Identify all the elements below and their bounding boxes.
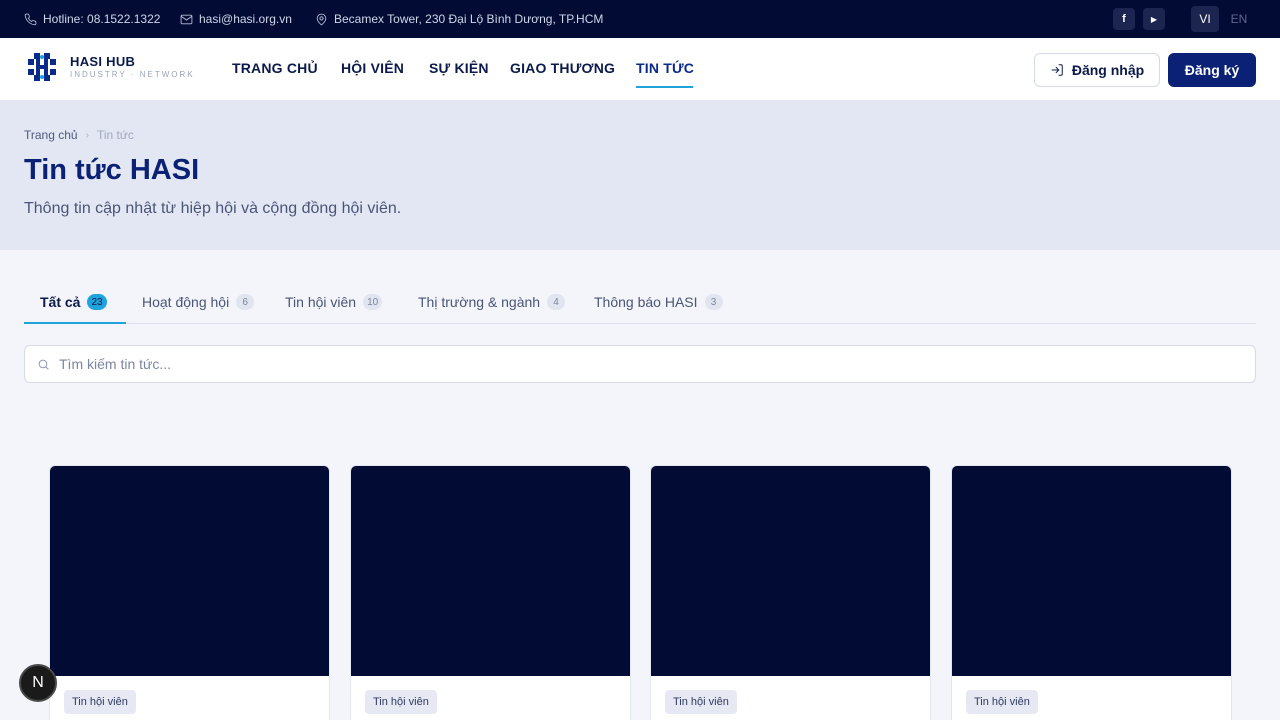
- news-search: [24, 345, 1256, 383]
- news-card[interactable]: Tin hội viên: [350, 465, 631, 720]
- main-header: HASI HUB INDUSTRY · NETWORK TRANG CHỦ HỘ…: [0, 38, 1280, 101]
- nav-home[interactable]: TRANG CHỦ: [232, 60, 318, 76]
- tab-count-badge: 10: [363, 294, 383, 310]
- email-text: hasi@hasi.org.vn: [199, 12, 292, 26]
- tab-active-indicator: [24, 322, 126, 324]
- map-pin-icon: [316, 13, 327, 25]
- email[interactable]: hasi@hasi.org.vn: [180, 0, 292, 38]
- search-icon: [38, 359, 49, 370]
- hotline[interactable]: Hotline: 08.1522.1322: [24, 0, 160, 38]
- tab-count-badge: 4: [547, 294, 566, 310]
- page-hero: Trang chủ › Tin tức Tin tức HASI Thông t…: [0, 101, 1280, 250]
- register-button[interactable]: Đăng ký: [1168, 53, 1256, 87]
- phone-icon: [24, 13, 37, 25]
- page-subtitle: Thông tin cập nhật từ hiệp hội và cộng đ…: [24, 200, 402, 217]
- hotline-text: Hotline: 08.1522.1322: [43, 12, 161, 26]
- news-card-image[interactable]: [952, 466, 1231, 676]
- nav-events[interactable]: SỰ KIỆN: [429, 60, 489, 76]
- search-input[interactable]: [59, 346, 1239, 382]
- category-tabs: Tất cả 23 Hoạt động hội 6 Tin hội viên 1…: [24, 281, 1256, 324]
- facebook-icon[interactable]: f: [1113, 8, 1135, 30]
- address: Becamex Tower, 230 Đại Lộ Bình Dương, TP…: [315, 0, 603, 38]
- top-info-bar: Hotline: 08.1522.1322 hasi@hasi.org.vn B…: [0, 0, 1280, 38]
- news-card[interactable]: Tin hội viên: [951, 465, 1232, 720]
- address-text: Becamex Tower, 230 Đại Lộ Bình Dương, TP…: [334, 12, 604, 26]
- tab-label: Tin hội viên: [285, 294, 357, 310]
- hasi-logo-icon[interactable]: [26, 51, 58, 83]
- news-card-image[interactable]: [351, 466, 630, 676]
- news-card-tag: Tin hội viên: [966, 690, 1038, 714]
- lang-en[interactable]: EN: [1225, 6, 1253, 32]
- tab-member-news[interactable]: Tin hội viên 10: [285, 281, 383, 323]
- brand-tagline: INDUSTRY · NETWORK: [70, 70, 195, 79]
- tab-association-activities[interactable]: Hoạt động hội 6: [142, 281, 255, 323]
- login-button[interactable]: Đăng nhập: [1034, 53, 1160, 87]
- tab-label: Thị trường & ngành: [418, 294, 541, 310]
- tab-label: Thông báo HASI: [594, 294, 698, 310]
- tab-count-badge: 3: [704, 294, 723, 310]
- nav-active-indicator: [636, 86, 693, 88]
- tab-market-industry[interactable]: Thị trường & ngành 4: [418, 281, 566, 323]
- mail-icon: [180, 14, 193, 24]
- tab-count-badge: 6: [236, 294, 255, 310]
- login-icon: [1051, 64, 1063, 76]
- login-label: Đăng nhập: [1071, 62, 1145, 78]
- news-card[interactable]: Tin hội viên: [650, 465, 931, 720]
- news-card-image[interactable]: [50, 466, 329, 676]
- news-card-image[interactable]: [651, 466, 930, 676]
- brand-name[interactable]: HASI HUB: [70, 54, 135, 69]
- chevron-right-icon: ›: [85, 129, 89, 141]
- lang-vi[interactable]: VI: [1191, 6, 1219, 32]
- news-card[interactable]: Tin hội viên: [49, 465, 330, 720]
- tab-hasi-announcements[interactable]: Thông báo HASI 3: [594, 281, 723, 323]
- tab-label: Tất cả: [40, 294, 81, 310]
- nav-trade[interactable]: GIAO THƯƠNG: [510, 60, 615, 76]
- nav-news[interactable]: TIN TỨC: [636, 60, 694, 76]
- breadcrumb-current: Tin tức: [96, 128, 134, 142]
- news-card-tag: Tin hội viên: [665, 690, 737, 714]
- page-title: Tin tức HASI: [24, 154, 200, 186]
- dev-tools-badge[interactable]: N: [19, 664, 57, 702]
- nav-members[interactable]: HỘI VIÊN: [341, 60, 404, 76]
- tab-all[interactable]: Tất cả 23: [40, 281, 107, 323]
- tab-count-badge: 23: [87, 294, 107, 310]
- breadcrumb-home[interactable]: Trang chủ: [24, 128, 78, 142]
- breadcrumb: Trang chủ › Tin tức: [24, 128, 134, 142]
- tab-label: Hoạt động hội: [142, 294, 230, 310]
- youtube-icon[interactable]: ▶: [1143, 8, 1165, 30]
- news-card-tag: Tin hội viên: [64, 690, 136, 714]
- news-card-tag: Tin hội viên: [365, 690, 437, 714]
